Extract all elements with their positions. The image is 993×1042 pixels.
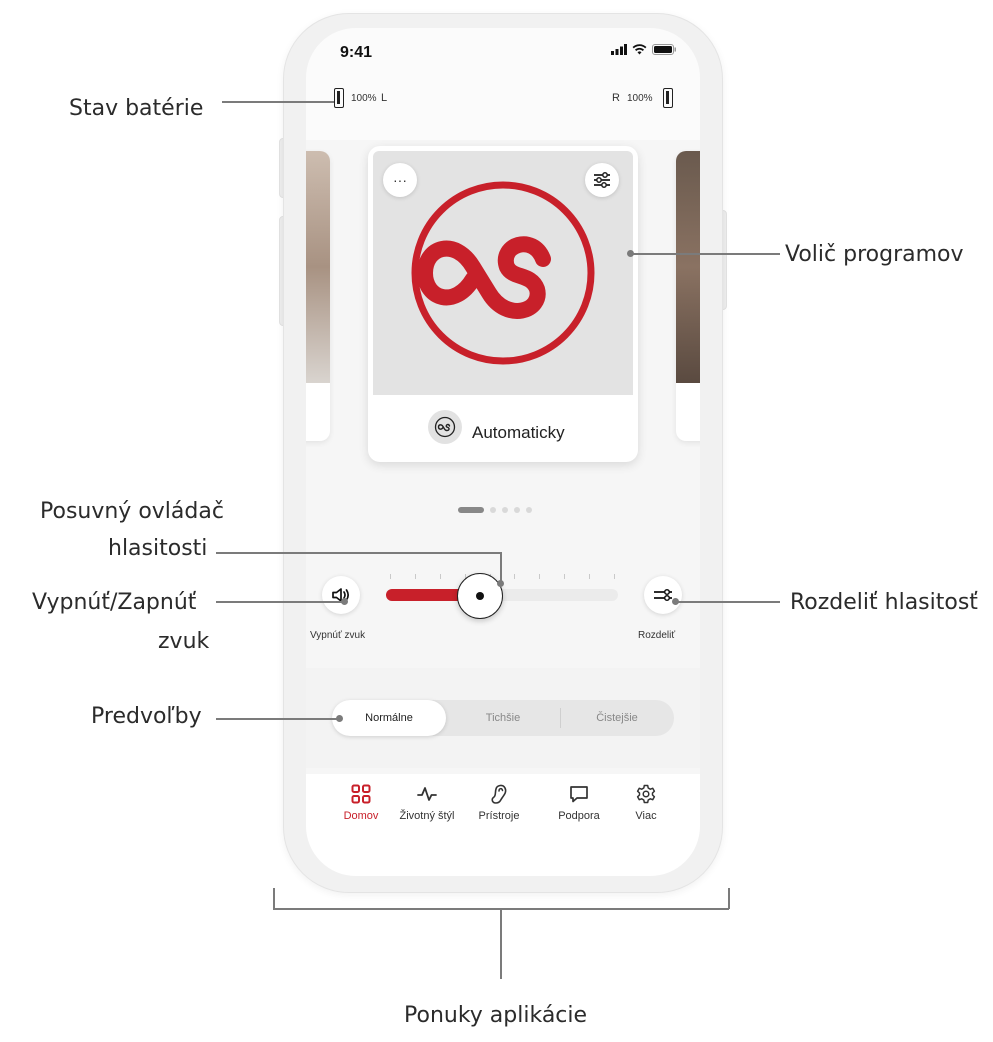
split-label: Rozdeliť: [638, 630, 676, 641]
program-card-next[interactable]: [676, 151, 700, 441]
nav-label-lifestyle: Životný štýl: [399, 810, 455, 822]
program-carousel[interactable]: ··· Automaticky: [306, 143, 700, 493]
left-battery-value: 100%: [351, 93, 377, 104]
callout-presets: Predvoľby: [91, 704, 202, 729]
nav-label-more: Viac: [635, 810, 657, 822]
status-bar: 9:41: [306, 28, 700, 78]
presets-segmented-control: Normálne Tichšie Čistejšie: [332, 700, 674, 736]
automatic-small-icon: [434, 416, 456, 438]
status-time: 9:41: [340, 44, 373, 61]
phone-battery-icon: [652, 44, 676, 55]
callout-volume-slider-line2: hlasitosti: [108, 536, 208, 561]
split-icon: [654, 588, 672, 602]
status-icons: [611, 44, 676, 55]
wifi-icon: [632, 44, 647, 55]
volume-control-area: Vypnúť zvuk Rozdeliť: [306, 558, 700, 668]
carousel-page-indicator: [458, 506, 532, 514]
callout-mute-line2: zvuk: [158, 629, 210, 654]
app-screen: 9:41 100% L R 100% ··· Automaticky Vypnú…: [306, 28, 700, 876]
callout-dot-program: [627, 250, 634, 257]
callout-dot-presets: [336, 715, 343, 722]
callout-dot-split: [672, 598, 679, 605]
preset-normal[interactable]: Normálne: [332, 700, 446, 736]
page-dot: [490, 507, 496, 513]
nav-item-more[interactable]: Viac: [608, 780, 684, 822]
callout-line-volume-slider-v: [500, 552, 502, 582]
program-photo: [676, 151, 700, 383]
volume-tick: [439, 574, 441, 579]
mute-label: Vypnúť zvuk: [310, 630, 366, 641]
nav-item-support[interactable]: Podpora: [541, 780, 617, 822]
nav-item-home[interactable]: Domov: [323, 780, 399, 822]
program-label-row: Automaticky: [368, 406, 638, 446]
page-dot: [514, 507, 520, 513]
callout-line-volume-slider-h: [216, 552, 501, 554]
nav-label-home: Domov: [343, 810, 379, 822]
page-dot: [526, 507, 532, 513]
left-side-label: L: [381, 92, 388, 104]
more-options-button[interactable]: ···: [383, 163, 417, 197]
callout-line-mute: [216, 601, 346, 603]
program-card-active[interactable]: ··· Automaticky: [368, 146, 638, 462]
volume-tick: [414, 574, 416, 579]
nav-item-lifestyle[interactable]: Životný štýl: [389, 780, 465, 822]
volume-tick: [514, 574, 516, 579]
presets-area: Normálne Tichšie Čistejšie: [306, 668, 700, 768]
more-icon: ···: [393, 172, 407, 188]
menus-bracket-stem: [500, 909, 502, 979]
callout-battery: Stav batérie: [69, 96, 204, 121]
grid-icon: [323, 780, 399, 808]
page-dot-active: [458, 507, 484, 513]
mute-button[interactable]: [322, 576, 360, 614]
nav-label-devices: Prístroje: [478, 810, 520, 822]
menus-bracket-right: [728, 888, 730, 909]
callout-mute-line1: Vypnúť/Zapnúť: [32, 590, 197, 615]
gear-icon: [608, 780, 684, 808]
chat-bubble-icon: [541, 780, 617, 808]
program-small-logo: [428, 410, 462, 444]
callout-line-battery: [222, 101, 334, 103]
activity-icon: [389, 780, 465, 808]
volume-tick: [564, 574, 566, 579]
callout-volume-slider-line1: Posuvný ovládač: [40, 499, 224, 524]
hearing-aid-icon: [461, 780, 537, 808]
program-name: Automaticky: [472, 423, 565, 442]
volume-tick: [589, 574, 591, 579]
split-volume-button[interactable]: [644, 576, 682, 614]
nav-label-support: Podpora: [558, 810, 600, 822]
right-battery-icon: [663, 88, 673, 108]
callout-dot-volume-slider: [497, 580, 504, 587]
callout-line-split: [676, 601, 780, 603]
program-card-previous[interactable]: [306, 151, 330, 441]
callout-dot-mute: [341, 598, 348, 605]
program-photo: [306, 151, 330, 383]
nav-item-devices[interactable]: Prístroje: [461, 780, 537, 822]
volume-tick: [614, 574, 615, 579]
program-image: ···: [373, 151, 633, 395]
page-dot: [502, 507, 508, 513]
callout-line-program: [632, 253, 780, 255]
bottom-navigation: Domov Životný štýl Prístroje Podpora Via…: [306, 774, 700, 876]
callout-program-selector: Volič programov: [785, 242, 964, 267]
right-side-label: R: [612, 92, 620, 104]
preset-quieter[interactable]: Tichšie: [446, 700, 560, 736]
menus-bracket-left: [273, 888, 275, 909]
volume-tick: [539, 574, 541, 579]
sliders-icon: [594, 172, 610, 188]
preset-clearer[interactable]: Čistejšie: [560, 700, 674, 736]
callout-line-presets: [216, 718, 340, 720]
volume-tick: [390, 574, 391, 579]
left-battery-icon: [334, 88, 344, 108]
hearing-aid-battery-row: 100% L R 100%: [306, 86, 700, 116]
program-settings-button[interactable]: [585, 163, 619, 197]
volume-slider-thumb[interactable]: [457, 573, 503, 619]
signal-icon: [611, 44, 627, 55]
callout-split-volume: Rozdeliť hlasitosť: [790, 590, 978, 615]
right-battery-value: 100%: [627, 93, 653, 104]
callout-app-menus: Ponuky aplikácie: [404, 1003, 588, 1028]
